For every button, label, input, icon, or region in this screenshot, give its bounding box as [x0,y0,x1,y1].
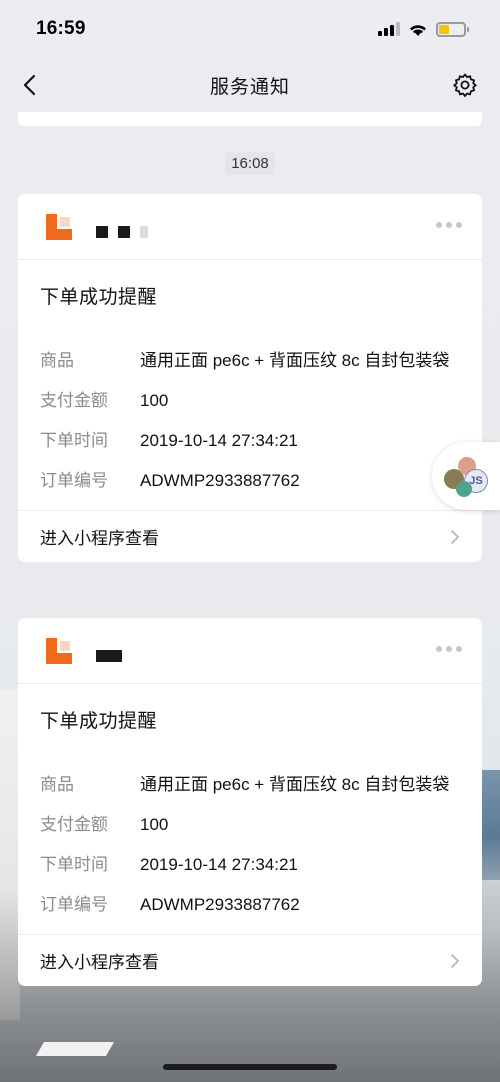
settings-button[interactable] [450,70,480,100]
field-product: 商品 通用正面 pe6c + 背面压纹 8c 自封包装袋 [40,350,460,372]
field-order-number: 订单编号 ADWMP2933887762 [40,470,460,492]
chevron-right-icon [451,529,459,544]
wallpaper-road-mark [35,1042,115,1056]
chevron-right-icon [451,953,459,968]
field-order-time: 下单时间 2019-10-14 27:34:21 [40,854,460,876]
field-label: 下单时间 [40,431,108,450]
nav-bar: 服务通知 [0,58,500,112]
field-amount: 支付金额 100 [40,390,460,412]
field-label: 支付金额 [40,391,108,410]
field-value: ADWMP2933887762 [140,471,300,490]
card-title: 下单成功提醒 [40,287,158,308]
wifi-icon [410,24,426,36]
field-label: 商品 [40,351,74,370]
wallpaper-van [0,690,20,1020]
card-header[interactable] [18,618,482,684]
back-button[interactable] [14,70,44,100]
field-label: 订单编号 [40,895,108,914]
timestamp-label: 16:08 [225,152,275,175]
open-mini-program-link[interactable]: 进入小程序查看 [18,510,482,562]
field-label: 商品 [40,775,74,794]
field-order-time: 下单时间 2019-10-14 27:34:21 [40,430,460,452]
home-indicator[interactable] [163,1064,337,1070]
cellular-signal-icon [378,22,400,36]
notification-card: 下单成功提醒 商品 通用正面 pe6c + 背面压纹 8c 自封包装袋 支付金额… [18,194,482,562]
app-name-redacted [96,225,148,238]
gear-icon [453,73,477,97]
field-value: 通用正面 pe6c + 背面压纹 8c 自封包装袋 [140,775,450,794]
vue-icon [456,481,472,497]
app-name-redacted [96,649,122,662]
app-logo-icon [46,213,72,240]
floating-window-bubble[interactable]: JS [432,442,500,510]
field-product: 商品 通用正面 pe6c + 背面压纹 8c 自封包装袋 [40,774,460,796]
footer-label: 进入小程序查看 [40,529,159,548]
card-fields: 商品 通用正面 pe6c + 背面压纹 8c 自封包装袋 支付金额 100 下单… [18,340,482,492]
status-time: 16:59 [36,18,86,39]
field-value: 2019-10-14 27:34:21 [140,431,298,450]
status-bar: 16:59 [0,0,500,58]
field-value: 100 [140,391,169,410]
message-timestamp: 16:08 [0,152,500,175]
battery-icon [436,21,469,37]
field-label: 下单时间 [40,855,108,874]
footer-label: 进入小程序查看 [40,953,159,972]
status-icons [378,21,469,37]
card-title: 下单成功提醒 [40,711,158,732]
floating-app-icons: JS [442,453,488,499]
field-order-number: 订单编号 ADWMP2933887762 [40,894,460,916]
previous-card-edge [18,112,482,126]
chevron-left-icon [23,74,36,96]
open-mini-program-link[interactable]: 进入小程序查看 [18,934,482,986]
field-value: 通用正面 pe6c + 背面压纹 8c 自封包装袋 [140,351,450,370]
card-fields: 商品 通用正面 pe6c + 背面压纹 8c 自封包装袋 支付金额 100 下单… [18,764,482,916]
field-value: ADWMP2933887762 [140,895,300,914]
more-options-icon[interactable] [436,222,462,228]
app-logo-icon [46,637,72,664]
field-label: 支付金额 [40,815,108,834]
more-options-icon[interactable] [436,646,462,652]
card-header[interactable] [18,194,482,260]
field-value: 2019-10-14 27:34:21 [140,855,298,874]
field-value: 100 [140,815,169,834]
field-amount: 支付金额 100 [40,814,460,836]
field-label: 订单编号 [40,471,108,490]
notification-card: 下单成功提醒 商品 通用正面 pe6c + 背面压纹 8c 自封包装袋 支付金额… [18,618,482,986]
page-title: 服务通知 [209,76,290,98]
